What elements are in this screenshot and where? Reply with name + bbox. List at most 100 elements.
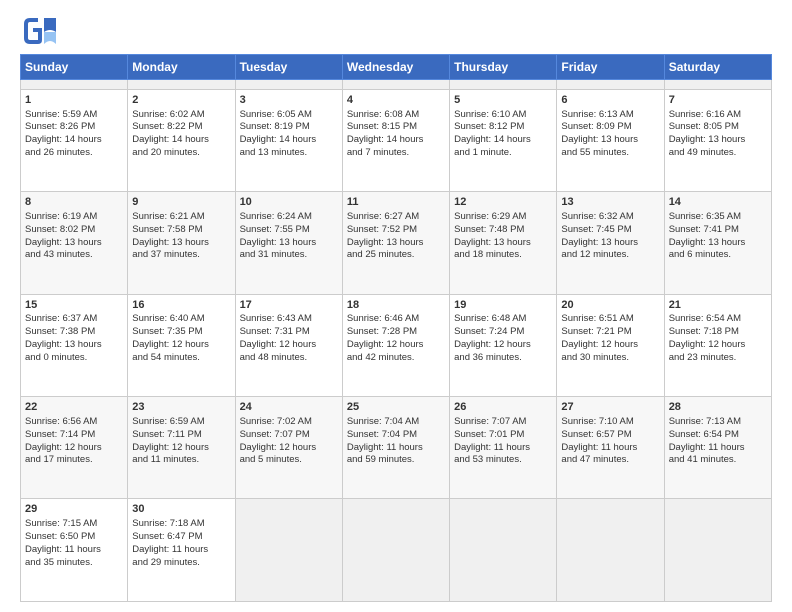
day-number: 15	[25, 298, 123, 313]
cell-line: and 0 minutes.	[25, 352, 123, 365]
day-number: 28	[669, 400, 767, 415]
calendar-cell	[557, 499, 664, 602]
cell-line: and 6 minutes.	[669, 249, 767, 262]
calendar-cell: 16Sunrise: 6:40 AMSunset: 7:35 PMDayligh…	[128, 294, 235, 396]
cell-line: Sunset: 7:31 PM	[240, 326, 338, 339]
cell-line: Sunrise: 6:54 AM	[669, 313, 767, 326]
cell-line: Sunrise: 6:13 AM	[561, 109, 659, 122]
day-of-week-header: Friday	[557, 55, 664, 80]
cell-line: and 20 minutes.	[132, 147, 230, 160]
cell-line: Sunrise: 6:32 AM	[561, 211, 659, 224]
day-number: 13	[561, 195, 659, 210]
page: SundayMondayTuesdayWednesdayThursdayFrid…	[0, 0, 792, 612]
cell-line: Daylight: 13 hours	[669, 237, 767, 250]
calendar-week-row: 15Sunrise: 6:37 AMSunset: 7:38 PMDayligh…	[21, 294, 772, 396]
cell-line: Daylight: 14 hours	[454, 134, 552, 147]
cell-line: Sunrise: 6:46 AM	[347, 313, 445, 326]
cell-line: Sunset: 7:52 PM	[347, 224, 445, 237]
cell-line: Sunrise: 7:02 AM	[240, 416, 338, 429]
cell-line: and 5 minutes.	[240, 454, 338, 467]
cell-line: Daylight: 12 hours	[132, 339, 230, 352]
cell-line: Daylight: 12 hours	[132, 442, 230, 455]
calendar-cell: 19Sunrise: 6:48 AMSunset: 7:24 PMDayligh…	[450, 294, 557, 396]
calendar-table: SundayMondayTuesdayWednesdayThursdayFrid…	[20, 54, 772, 602]
cell-line: Sunrise: 6:48 AM	[454, 313, 552, 326]
cell-line: Sunrise: 7:07 AM	[454, 416, 552, 429]
calendar-cell: 17Sunrise: 6:43 AMSunset: 7:31 PMDayligh…	[235, 294, 342, 396]
cell-line: Daylight: 14 hours	[240, 134, 338, 147]
day-number: 3	[240, 93, 338, 108]
cell-line: Sunset: 8:22 PM	[132, 121, 230, 134]
day-number: 14	[669, 195, 767, 210]
calendar-cell: 28Sunrise: 7:13 AMSunset: 6:54 PMDayligh…	[664, 397, 771, 499]
calendar-cell: 20Sunrise: 6:51 AMSunset: 7:21 PMDayligh…	[557, 294, 664, 396]
cell-line: Sunset: 7:35 PM	[132, 326, 230, 339]
cell-line: Sunset: 7:24 PM	[454, 326, 552, 339]
calendar-cell	[342, 499, 449, 602]
day-number: 23	[132, 400, 230, 415]
cell-line: Daylight: 12 hours	[561, 339, 659, 352]
calendar-cell: 1Sunrise: 5:59 AMSunset: 8:26 PMDaylight…	[21, 89, 128, 191]
cell-line: Daylight: 13 hours	[132, 237, 230, 250]
day-of-week-header: Thursday	[450, 55, 557, 80]
cell-line: and 7 minutes.	[347, 147, 445, 160]
day-number: 30	[132, 502, 230, 517]
day-of-week-header: Saturday	[664, 55, 771, 80]
cell-line: Daylight: 12 hours	[25, 442, 123, 455]
calendar-cell: 10Sunrise: 6:24 AMSunset: 7:55 PMDayligh…	[235, 192, 342, 294]
logo-icon	[20, 16, 56, 46]
day-number: 21	[669, 298, 767, 313]
cell-line: Daylight: 13 hours	[25, 237, 123, 250]
calendar-cell: 4Sunrise: 6:08 AMSunset: 8:15 PMDaylight…	[342, 89, 449, 191]
cell-line: Daylight: 13 hours	[454, 237, 552, 250]
cell-line: Daylight: 11 hours	[25, 544, 123, 557]
cell-line: Sunset: 7:45 PM	[561, 224, 659, 237]
cell-line: Sunset: 7:48 PM	[454, 224, 552, 237]
cell-line: and 23 minutes.	[669, 352, 767, 365]
day-number: 9	[132, 195, 230, 210]
cell-line: Sunset: 8:09 PM	[561, 121, 659, 134]
cell-line: and 12 minutes.	[561, 249, 659, 262]
cell-line: Sunset: 8:26 PM	[25, 121, 123, 134]
day-number: 24	[240, 400, 338, 415]
cell-line: Daylight: 13 hours	[25, 339, 123, 352]
day-number: 7	[669, 93, 767, 108]
cell-line: Sunrise: 6:43 AM	[240, 313, 338, 326]
day-number: 17	[240, 298, 338, 313]
calendar-cell	[450, 499, 557, 602]
cell-line: Daylight: 11 hours	[561, 442, 659, 455]
cell-line: and 47 minutes.	[561, 454, 659, 467]
cell-line: Daylight: 13 hours	[561, 237, 659, 250]
calendar-cell: 25Sunrise: 7:04 AMSunset: 7:04 PMDayligh…	[342, 397, 449, 499]
cell-line: Sunrise: 6:27 AM	[347, 211, 445, 224]
calendar-week-row: 8Sunrise: 6:19 AMSunset: 8:02 PMDaylight…	[21, 192, 772, 294]
cell-line: Sunset: 7:01 PM	[454, 429, 552, 442]
calendar-cell: 5Sunrise: 6:10 AMSunset: 8:12 PMDaylight…	[450, 89, 557, 191]
cell-line: Sunset: 7:18 PM	[669, 326, 767, 339]
cell-line: Sunrise: 6:16 AM	[669, 109, 767, 122]
cell-line: Daylight: 12 hours	[669, 339, 767, 352]
cell-line: Sunrise: 6:21 AM	[132, 211, 230, 224]
cell-line: Daylight: 13 hours	[561, 134, 659, 147]
cell-line: and 49 minutes.	[669, 147, 767, 160]
day-number: 10	[240, 195, 338, 210]
day-number: 16	[132, 298, 230, 313]
day-number: 20	[561, 298, 659, 313]
calendar-cell	[128, 80, 235, 90]
cell-line: and 48 minutes.	[240, 352, 338, 365]
cell-line: Daylight: 14 hours	[347, 134, 445, 147]
cell-line: Sunset: 8:12 PM	[454, 121, 552, 134]
day-number: 6	[561, 93, 659, 108]
calendar-cell	[450, 80, 557, 90]
logo	[20, 16, 60, 46]
cell-line: and 36 minutes.	[454, 352, 552, 365]
cell-line: Daylight: 11 hours	[347, 442, 445, 455]
calendar-week-row	[21, 80, 772, 90]
calendar-cell	[664, 80, 771, 90]
cell-line: Sunrise: 6:51 AM	[561, 313, 659, 326]
cell-line: and 42 minutes.	[347, 352, 445, 365]
day-number: 5	[454, 93, 552, 108]
calendar-cell: 14Sunrise: 6:35 AMSunset: 7:41 PMDayligh…	[664, 192, 771, 294]
cell-line: Daylight: 12 hours	[347, 339, 445, 352]
calendar-cell: 21Sunrise: 6:54 AMSunset: 7:18 PMDayligh…	[664, 294, 771, 396]
